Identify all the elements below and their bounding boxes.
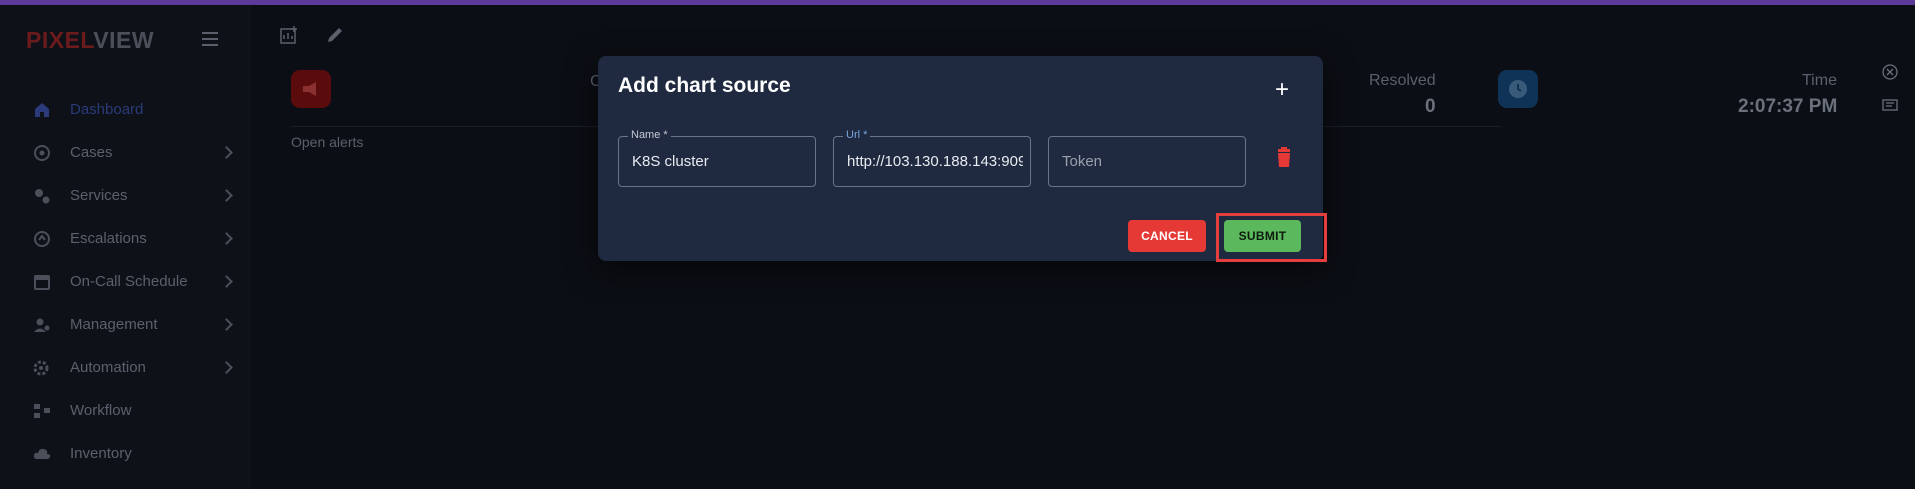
chevron-right-icon [220, 275, 233, 288]
sidebar-item-dashboard[interactable]: Dashboard [0, 88, 251, 131]
resolved-label: Resolved [1369, 72, 1436, 89]
cloud-icon [33, 448, 51, 459]
chevron-right-icon [220, 318, 233, 331]
url-input[interactable] [847, 137, 1023, 186]
management-icon [34, 318, 50, 332]
cancel-button[interactable]: CANCEL [1128, 220, 1206, 252]
chevron-right-icon [220, 146, 233, 159]
add-source-plus-icon[interactable]: + [1270, 78, 1294, 102]
time-label: Time [1802, 72, 1837, 89]
add-chart-source-dialog: Add chart source + Name * Url * CANCEL S… [598, 56, 1323, 261]
sidebar-item-workflow[interactable]: Workflow [0, 389, 251, 432]
sidebar-item-management[interactable]: Management [0, 303, 251, 346]
comment-icon[interactable] [1882, 98, 1898, 114]
chevron-right-icon [220, 189, 233, 202]
name-input[interactable] [632, 137, 808, 186]
cases-icon [34, 145, 50, 161]
token-field[interactable] [1048, 136, 1246, 187]
escalations-icon [34, 231, 50, 247]
close-circle-icon[interactable] [1882, 64, 1898, 80]
submit-highlight-box [1216, 213, 1327, 262]
menu-toggle-icon[interactable] [202, 32, 218, 46]
sidebar-item-automation[interactable]: Automation [0, 346, 251, 389]
open-alerts-label: Open alerts [291, 134, 364, 150]
name-field[interactable]: Name * [618, 129, 816, 187]
sidebar-item-services[interactable]: Services [0, 174, 251, 217]
services-icon [35, 189, 50, 204]
chevron-right-icon [220, 361, 233, 374]
chevron-right-icon [220, 232, 233, 245]
time-badge [1498, 70, 1538, 108]
url-field[interactable]: Url * [833, 129, 1031, 187]
resolved-value: 0 [1425, 96, 1436, 117]
clock-icon [1509, 80, 1527, 98]
sidebar-item-inventory[interactable]: Inventory [0, 432, 251, 475]
sidebar-item-escalations[interactable]: Escalations [0, 217, 251, 260]
megaphone-icon [303, 82, 316, 96]
edit-icon[interactable] [325, 25, 345, 45]
workflow-icon [34, 404, 50, 418]
app-logo[interactable]: PIXELVIEW [26, 27, 154, 54]
calendar-icon [34, 275, 50, 290]
dialog-title: Add chart source [618, 74, 791, 97]
sidebar-nav: Dashboard Cases Services Escalations On-… [0, 88, 251, 475]
home-icon [35, 103, 49, 117]
automation-icon [33, 360, 49, 376]
open-alerts-badge [291, 70, 331, 108]
delete-trash-icon[interactable] [1274, 147, 1294, 169]
sidebar-item-cases[interactable]: Cases [0, 131, 251, 174]
sidebar: PIXELVIEW Dashboard Cases Services Escal… [0, 5, 251, 489]
token-input[interactable] [1062, 137, 1238, 186]
top-accent-bar [0, 0, 1915, 5]
add-chart-icon[interactable] [279, 25, 299, 45]
time-value: 2:07:37 PM [1738, 96, 1838, 117]
sidebar-item-on-call-schedule[interactable]: On-Call Schedule [0, 260, 251, 303]
